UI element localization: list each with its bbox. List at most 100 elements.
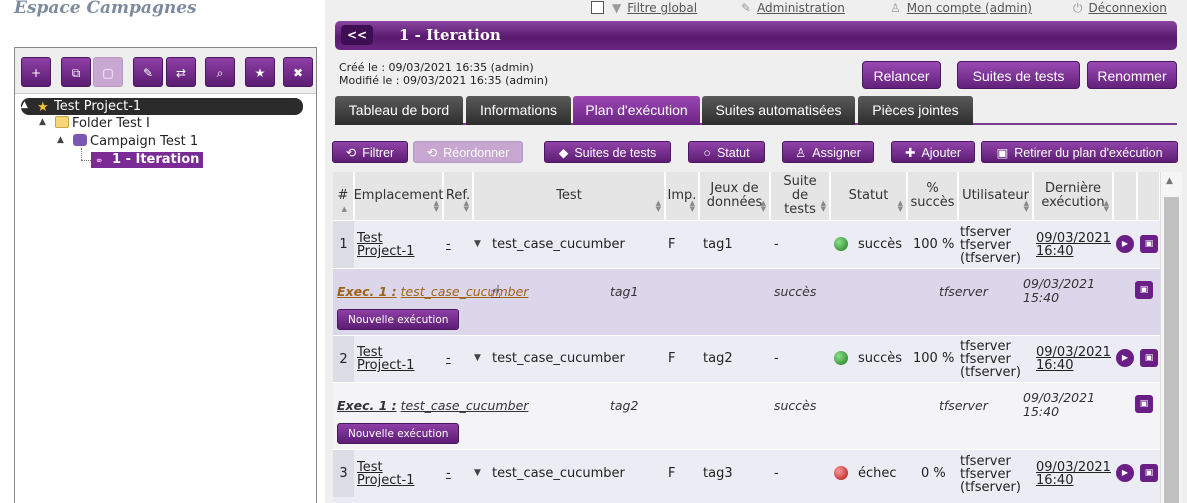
- new-execution-button[interactable]: Nouvelle exécution: [337, 423, 460, 444]
- column-header-location[interactable]: Emplacement ▲ ▼: [354, 172, 443, 220]
- tab-execution-plan[interactable]: Plan d'exécution: [573, 96, 700, 125]
- location-link[interactable]: Test Project-1: [357, 346, 441, 372]
- tree-node-project[interactable]: ★ Test Project-1: [37, 99, 141, 115]
- column-header-status[interactable]: Statut ▲ ▼: [831, 172, 907, 220]
- assign-button[interactable]: ♙ Assigner: [782, 141, 874, 163]
- test-suites-action-button[interactable]: ◆ Suites de tests: [544, 141, 671, 163]
- status-button[interactable]: ○ Statut: [688, 141, 765, 163]
- my-account-link[interactable]: ♙ Mon compte (admin): [890, 1, 1032, 15]
- run-button[interactable]: ▶: [1116, 235, 1134, 253]
- collapse-icon[interactable]: ▲: [57, 135, 64, 145]
- add-button[interactable]: +: [21, 57, 51, 87]
- table-row[interactable]: 3 Test Project-1 - ▼ test_case_cucumber F…: [333, 450, 1160, 503]
- table-row[interactable]: 2 Test Project-1 - ▼ test_case_cucumber F…: [333, 336, 1160, 382]
- location-link[interactable]: Test Project-1: [357, 461, 441, 487]
- relaunch-button[interactable]: Relancer: [862, 61, 941, 89]
- user-icon: ♙: [795, 146, 807, 160]
- expand-icon[interactable]: ▼: [474, 352, 481, 365]
- status-cell[interactable]: succès: [834, 351, 902, 365]
- run-button[interactable]: ▶: [1116, 349, 1134, 367]
- status-label: succès: [858, 350, 903, 366]
- last-execution-link[interactable]: 09/03/2021 16:40: [1036, 232, 1111, 258]
- row-number: 3: [333, 450, 354, 497]
- global-filter-checkbox[interactable]: [591, 1, 604, 14]
- user-cell: tfserver tfserver (tfserver): [960, 339, 1021, 380]
- move-button[interactable]: ⇄: [166, 57, 196, 87]
- tab-information[interactable]: Informations: [466, 96, 571, 125]
- column-header-success-rate[interactable]: % succès: [908, 172, 958, 220]
- tree-node-iteration[interactable]: ⚭ 1 - Iteration: [91, 152, 204, 168]
- column-header-user[interactable]: Utilisateur ▲ ▼: [959, 172, 1033, 220]
- favorite-button[interactable]: ★: [245, 57, 275, 87]
- test-name: test_case_cucumber: [492, 237, 625, 252]
- reference-link[interactable]: -: [446, 352, 451, 365]
- status-cell[interactable]: succès: [834, 237, 902, 251]
- column-header-test-suite[interactable]: Suite de tests ▲ ▼: [771, 172, 830, 220]
- reorder-button[interactable]: ⟲ Réordonner: [413, 141, 523, 163]
- table-scrollbar[interactable]: ▲: [1160, 172, 1182, 503]
- add-button[interactable]: ✚ Ajouter: [891, 141, 975, 163]
- copy-button[interactable]: ⧉: [61, 57, 91, 87]
- scroll-thumb[interactable]: [1164, 197, 1179, 503]
- rename-button[interactable]: ✎: [133, 57, 163, 87]
- tree-toolbar: + ⧉ ▢ ✎ ⇄ ⌕ ★ ✖: [15, 48, 316, 94]
- remove-from-plan-button[interactable]: ▣ Retirer du plan d'exécution: [981, 141, 1178, 163]
- tree-node-folder[interactable]: Folder Test I: [55, 116, 150, 132]
- collapse-icon[interactable]: ▲: [21, 100, 28, 110]
- trash-icon: ▣: [1144, 239, 1154, 249]
- delete-row-button[interactable]: ▣: [1140, 349, 1158, 367]
- paste-button[interactable]: ▢: [93, 57, 123, 87]
- filter-button[interactable]: ⟲ Filtrer: [332, 141, 408, 163]
- failure-status-icon: [834, 466, 848, 480]
- tab-attachments[interactable]: Pièces jointes: [858, 96, 973, 125]
- status-label: échec: [858, 465, 897, 481]
- campaign-icon: [73, 134, 87, 146]
- tree-node-label: Campaign Test 1: [90, 134, 199, 149]
- location-link[interactable]: Test Project-1: [357, 232, 441, 258]
- reference-link[interactable]: -: [446, 467, 451, 480]
- delete-button[interactable]: ✖: [283, 57, 313, 87]
- delete-row-button[interactable]: ▣: [1140, 464, 1158, 482]
- status-label: succès: [858, 236, 903, 252]
- new-execution-button[interactable]: Nouvelle exécution: [337, 309, 460, 330]
- sort-icon: ▲ ▼: [655, 199, 661, 213]
- rename-button[interactable]: Renommer: [1087, 61, 1177, 89]
- column-header-last-execution[interactable]: Dernière exécution ▲ ▼: [1034, 172, 1113, 220]
- expand-icon[interactable]: ▼: [474, 467, 481, 480]
- sort-icon: ▲ ▼: [433, 199, 439, 213]
- scroll-up-icon[interactable]: ▲: [1166, 176, 1173, 186]
- last-execution-link[interactable]: 09/03/2021 16:40: [1036, 346, 1111, 372]
- expand-icon[interactable]: ▼: [474, 238, 481, 251]
- test-suites-button[interactable]: Suites de tests: [957, 61, 1080, 89]
- user-cell: tfserver tfserver (tfserver): [960, 454, 1021, 495]
- column-header-test[interactable]: Test ▲ ▼: [474, 172, 665, 220]
- tree-node-campaign[interactable]: Campaign Test 1: [73, 134, 198, 150]
- column-header-importance[interactable]: Imp. ▲ ▼: [666, 172, 699, 220]
- global-filter-link[interactable]: ▼ Filtre global: [612, 1, 697, 15]
- administration-link[interactable]: ✎ Administration: [741, 1, 845, 15]
- search-button[interactable]: ⌕: [205, 57, 235, 87]
- test-suite: -: [774, 351, 779, 366]
- delete-row-button[interactable]: ▣: [1140, 235, 1158, 253]
- delete-execution-button[interactable]: ▣: [1135, 395, 1153, 413]
- table-row[interactable]: 1 Test Project-1 - ▼ test_case_cucumber F…: [333, 221, 1160, 268]
- column-header-ref[interactable]: Ref. ▲ ▼: [444, 172, 473, 220]
- back-button[interactable]: <<: [341, 25, 373, 45]
- last-execution-link[interactable]: 09/03/2021 16:40: [1036, 461, 1111, 487]
- folder-icon: [55, 116, 69, 128]
- column-header-number[interactable]: # ▲: [333, 172, 354, 220]
- tree-node-label: 1 - Iteration: [112, 152, 200, 167]
- run-button[interactable]: ▶: [1116, 464, 1134, 482]
- execution-link[interactable]: Exec. 1 : test_case_cucumber: [337, 398, 528, 413]
- tab-dashboard[interactable]: Tableau de bord: [335, 96, 463, 125]
- status-cell[interactable]: échec: [834, 466, 897, 480]
- collapse-icon[interactable]: ▲: [39, 117, 46, 127]
- success-rate: 100 %: [913, 237, 955, 252]
- trash-icon: ▣: [996, 146, 1009, 160]
- reference-link[interactable]: -: [446, 238, 451, 251]
- success-rate: 0 %: [921, 466, 946, 481]
- logout-link[interactable]: ⏻ Déconnexion: [1073, 1, 1167, 16]
- delete-execution-button[interactable]: ▣: [1135, 281, 1153, 299]
- column-header-datasets[interactable]: Jeux de données ▲ ▼: [700, 172, 770, 220]
- tab-automated-suites[interactable]: Suites automatisées: [702, 96, 855, 125]
